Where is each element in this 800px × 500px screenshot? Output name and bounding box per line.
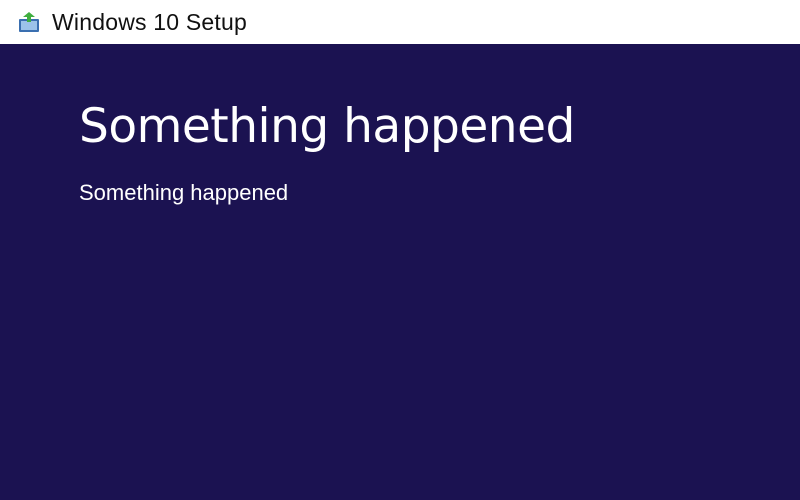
page-title: Something happened (79, 99, 575, 154)
window-title: Windows 10 Setup (52, 8, 247, 35)
setup-disc-icon (16, 9, 42, 35)
error-message: Something happened (79, 180, 289, 205)
setup-content: Something happened Something happened (0, 44, 800, 500)
setup-window: Windows 10 Setup Something happened Some… (0, 0, 800, 500)
title-bar[interactable]: Windows 10 Setup (0, 0, 800, 44)
